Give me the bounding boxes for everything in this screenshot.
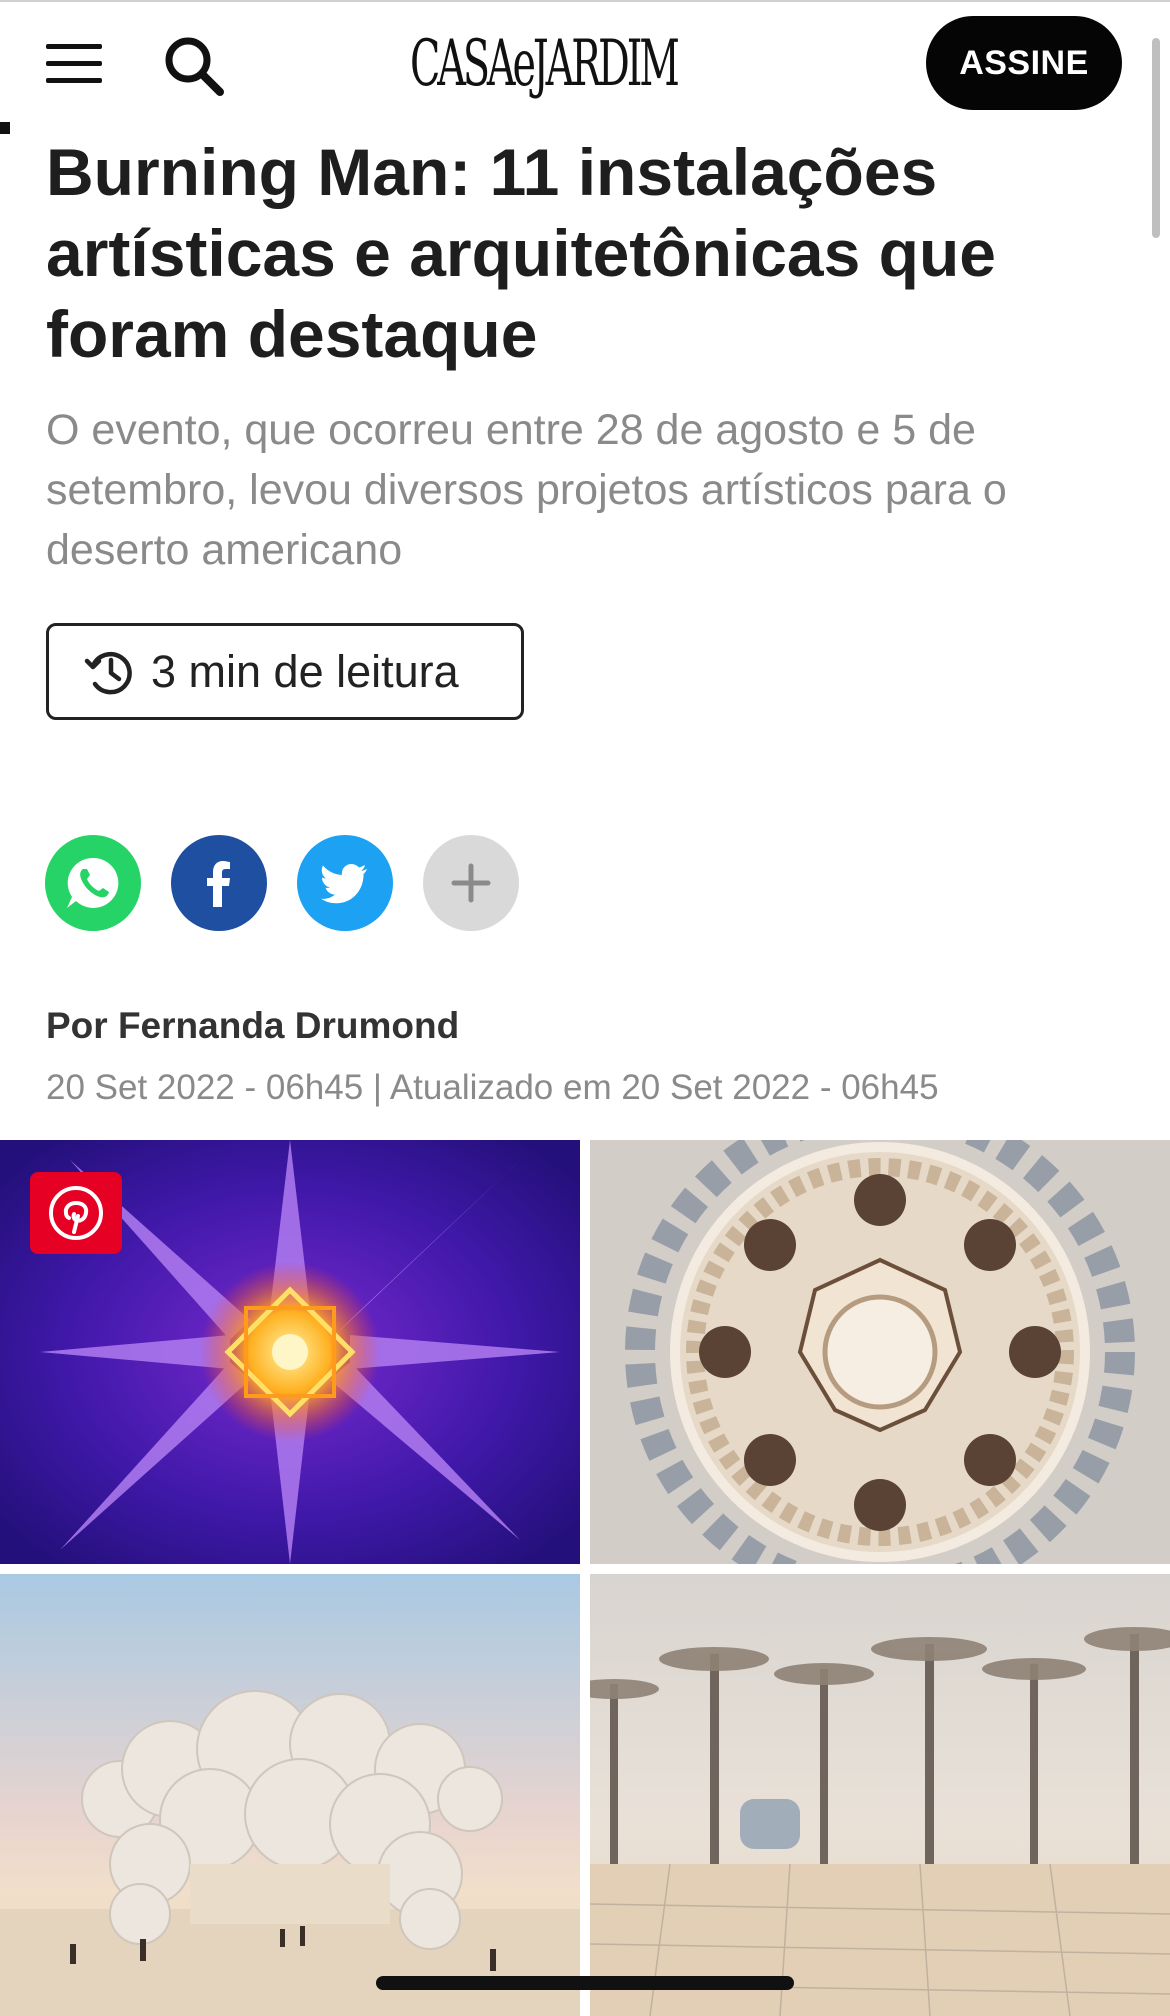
whatsapp-icon (67, 857, 119, 908)
home-indicator-bar[interactable] (376, 1976, 794, 1990)
pinterest-icon (49, 1186, 103, 1240)
twitter-icon (321, 864, 367, 904)
clock-history-icon (84, 651, 132, 694)
pinterest-save-button[interactable] (30, 1172, 122, 1254)
article-subtitle: O evento, que ocorreu entre 28 de agosto… (46, 406, 1007, 574)
geometric-mandala-structure-image[interactable] (590, 1140, 1170, 1564)
left-edge-marker (0, 122, 10, 134)
search-icon[interactable] (160, 32, 230, 102)
facebook-share-button[interactable] (171, 835, 267, 931)
top-navigation-bar: CASAeJARDIM ASSINE (0, 0, 1170, 238)
facebook-icon (207, 861, 230, 907)
subscribe-button[interactable]: ASSINE (926, 16, 1122, 110)
article-title: Burning Man: 11 instalações artísticas e… (46, 135, 997, 371)
site-logo[interactable]: CASAeJARDIM (410, 22, 680, 106)
plus-icon (451, 863, 491, 903)
more-share-options-button[interactable] (423, 835, 519, 931)
reading-time-label: 3 min de leitura (151, 645, 459, 697)
hamburger-menu-icon[interactable] (46, 44, 102, 84)
article-dateline: 20 Set 2022 - 06h45 | Atualizado em 20 S… (46, 1068, 939, 1107)
reading-time-badge[interactable]: 3 min de leitura (46, 623, 524, 720)
twitter-share-button[interactable] (297, 835, 393, 931)
wooden-tree-structures-image[interactable] (590, 1574, 1170, 2016)
page-scrollbar[interactable] (1152, 38, 1160, 238)
article-author[interactable]: Por Fernanda Drumond (46, 1005, 459, 1047)
white-inflatable-spheres-sculpture-image[interactable] (0, 1574, 580, 2016)
whatsapp-share-button[interactable] (45, 835, 141, 931)
